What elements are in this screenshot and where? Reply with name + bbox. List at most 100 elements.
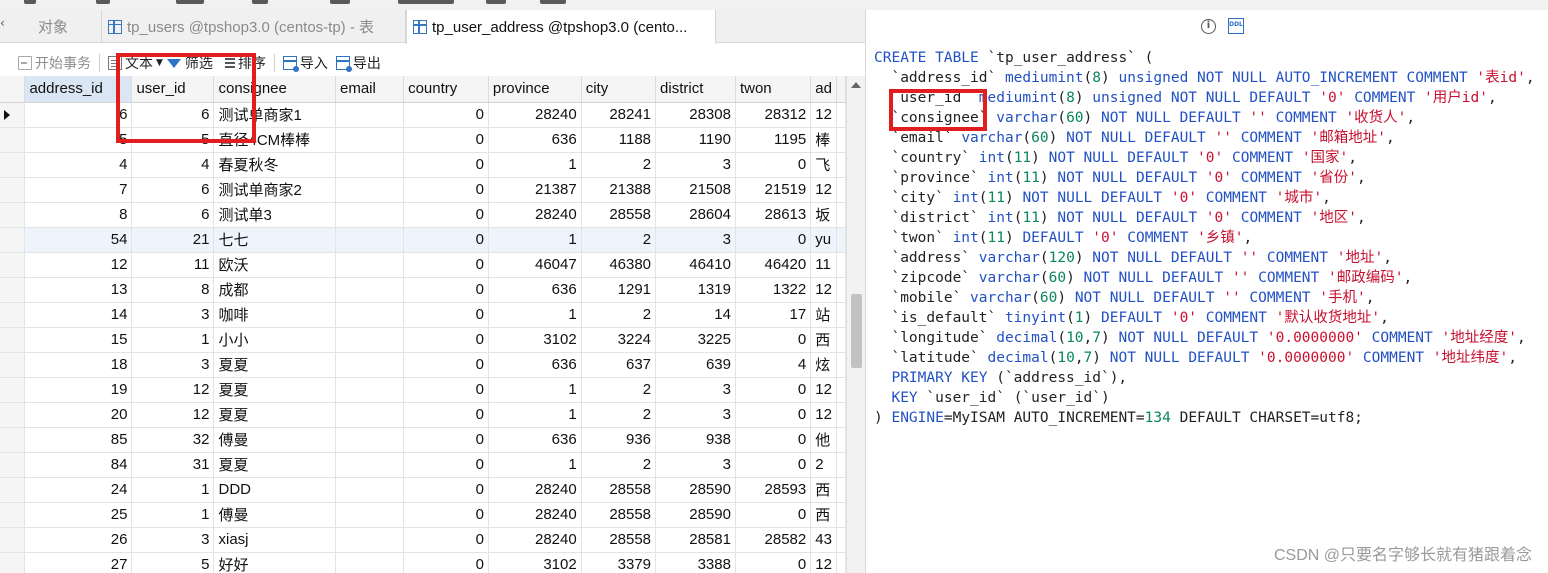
cell-consignee[interactable]: 夏夏 — [213, 402, 336, 428]
info-icon[interactable]: i — [1201, 18, 1216, 34]
cell-ad[interactable]: 12 — [810, 177, 837, 203]
cell-twon[interactable]: 1195 — [735, 127, 812, 153]
ddl-icon[interactable]: DDL — [1228, 18, 1244, 34]
table-row[interactable]: 7 6 测试单商家2 0 21387 21388 21508 21519 12 — [0, 177, 846, 203]
cell-user-id[interactable]: 6 — [131, 177, 215, 203]
cell-email[interactable] — [335, 477, 405, 503]
cell-address-id[interactable]: 18 — [24, 352, 133, 378]
cell-province[interactable]: 1 — [488, 227, 582, 253]
cell-user-id[interactable]: 4 — [131, 152, 215, 178]
tab-objects[interactable]: 对象 — [18, 10, 102, 43]
cell-district[interactable]: 3 — [655, 452, 736, 478]
table-row[interactable]: 14 3 咖啡 0 1 2 14 17 站 — [0, 302, 846, 328]
cell-district[interactable]: 639 — [655, 352, 736, 378]
cell-province[interactable]: 28240 — [488, 502, 582, 528]
cell-email[interactable] — [335, 427, 405, 453]
cell-consignee[interactable]: 夏夏 — [213, 352, 336, 378]
cell-twon[interactable]: 0 — [735, 327, 812, 353]
cell-twon[interactable]: 17 — [735, 302, 812, 328]
cell-twon[interactable]: 0 — [735, 452, 812, 478]
cell-province[interactable]: 3102 — [488, 327, 582, 353]
cell-address-id[interactable]: 19 — [24, 377, 133, 403]
cell-district[interactable]: 28590 — [655, 477, 736, 503]
cell-city[interactable]: 2 — [581, 152, 657, 178]
cell-country[interactable]: 0 — [403, 202, 489, 228]
cell-district[interactable]: 3 — [655, 377, 736, 403]
cell-twon[interactable]: 0 — [735, 552, 812, 573]
cell-twon[interactable]: 28613 — [735, 202, 812, 228]
cell-email[interactable] — [335, 277, 405, 303]
row-selector[interactable] — [0, 352, 26, 378]
cell-ad[interactable]: 坂 — [810, 202, 837, 228]
table-row[interactable]: 26 3 xiasj 0 28240 28558 28581 28582 43 — [0, 527, 846, 553]
table-row[interactable]: 84 31 夏夏 0 1 2 3 0 2 — [0, 452, 846, 478]
cell-ad[interactable]: 棒 — [810, 127, 837, 153]
row-selector[interactable] — [0, 202, 26, 228]
cell-consignee[interactable]: 小小 — [213, 327, 336, 353]
cell-twon[interactable]: 21519 — [735, 177, 812, 203]
cell-district[interactable]: 3225 — [655, 327, 736, 353]
cell-consignee[interactable]: 傅曼 — [213, 427, 336, 453]
cell-address-id[interactable]: 27 — [24, 552, 133, 573]
cell-ad[interactable]: 2 — [810, 452, 837, 478]
cell-email[interactable] — [335, 202, 405, 228]
cell-address-id[interactable]: 26 — [24, 527, 133, 553]
cell-city[interactable]: 46380 — [581, 252, 657, 278]
cell-user-id[interactable]: 12 — [131, 402, 215, 428]
cell-city[interactable]: 28558 — [581, 527, 657, 553]
tab-scroll-left-icon[interactable]: ‹ — [0, 16, 14, 36]
cell-city[interactable]: 2 — [581, 377, 657, 403]
cell-address-id[interactable]: 20 — [24, 402, 133, 428]
cell-user-id[interactable]: 1 — [131, 477, 215, 503]
cell-province[interactable]: 28240 — [488, 102, 582, 128]
cell-twon[interactable]: 0 — [735, 427, 812, 453]
row-selector[interactable] — [0, 402, 26, 428]
cell-twon[interactable]: 28582 — [735, 527, 812, 553]
cell-district[interactable]: 28581 — [655, 527, 736, 553]
table-row[interactable]: 12 11 欧沃 0 46047 46380 46410 46420 11 — [0, 252, 846, 278]
cell-province[interactable]: 1 — [488, 377, 582, 403]
cell-province[interactable]: 3102 — [488, 552, 582, 573]
row-selector[interactable] — [0, 102, 26, 128]
cell-ad[interactable]: 12 — [810, 277, 837, 303]
cell-twon[interactable]: 1322 — [735, 277, 812, 303]
column-header-twon[interactable]: twon — [735, 76, 812, 103]
cell-country[interactable]: 0 — [403, 102, 489, 128]
cell-country[interactable]: 0 — [403, 552, 489, 573]
cell-user-id[interactable]: 3 — [131, 352, 215, 378]
cell-address-id[interactable]: 4 — [24, 152, 133, 178]
cell-ad[interactable]: 西 — [810, 502, 837, 528]
cell-user-id[interactable]: 12 — [131, 377, 215, 403]
cell-country[interactable]: 0 — [403, 477, 489, 503]
cell-email[interactable] — [335, 127, 405, 153]
cell-email[interactable] — [335, 177, 405, 203]
cell-user-id[interactable]: 11 — [131, 252, 215, 278]
row-selector[interactable] — [0, 552, 26, 573]
table-row[interactable]: 8 6 测试单3 0 28240 28558 28604 28613 坂 — [0, 202, 846, 228]
cell-district[interactable]: 938 — [655, 427, 736, 453]
cell-ad[interactable]: 站 — [810, 302, 837, 328]
cell-country[interactable]: 0 — [403, 527, 489, 553]
import-button[interactable]: 导入 — [282, 53, 328, 73]
cell-user-id[interactable]: 32 — [131, 427, 215, 453]
cell-email[interactable] — [335, 502, 405, 528]
cell-consignee[interactable]: 夏夏 — [213, 377, 336, 403]
cell-city[interactable]: 2 — [581, 452, 657, 478]
cell-consignee[interactable]: 咖啡 — [213, 302, 336, 328]
cell-country[interactable]: 0 — [403, 452, 489, 478]
cell-email[interactable] — [335, 252, 405, 278]
cell-district[interactable]: 3 — [655, 402, 736, 428]
column-header-country[interactable]: country — [403, 76, 489, 103]
cell-address-id[interactable]: 54 — [24, 227, 133, 253]
cell-twon[interactable]: 4 — [735, 352, 812, 378]
cell-country[interactable]: 0 — [403, 277, 489, 303]
row-selector[interactable] — [0, 252, 26, 278]
cell-twon[interactable]: 0 — [735, 227, 812, 253]
cell-twon[interactable]: 46420 — [735, 252, 812, 278]
cell-city[interactable]: 2 — [581, 302, 657, 328]
cell-city[interactable]: 1291 — [581, 277, 657, 303]
cell-country[interactable]: 0 — [403, 377, 489, 403]
tab-tp-users[interactable]: tp_users @tpshop3.0 (centos-tp) - 表 — [102, 10, 406, 43]
cell-city[interactable]: 3379 — [581, 552, 657, 573]
table-row[interactable]: 18 3 夏夏 0 636 637 639 4 炫 — [0, 352, 846, 378]
